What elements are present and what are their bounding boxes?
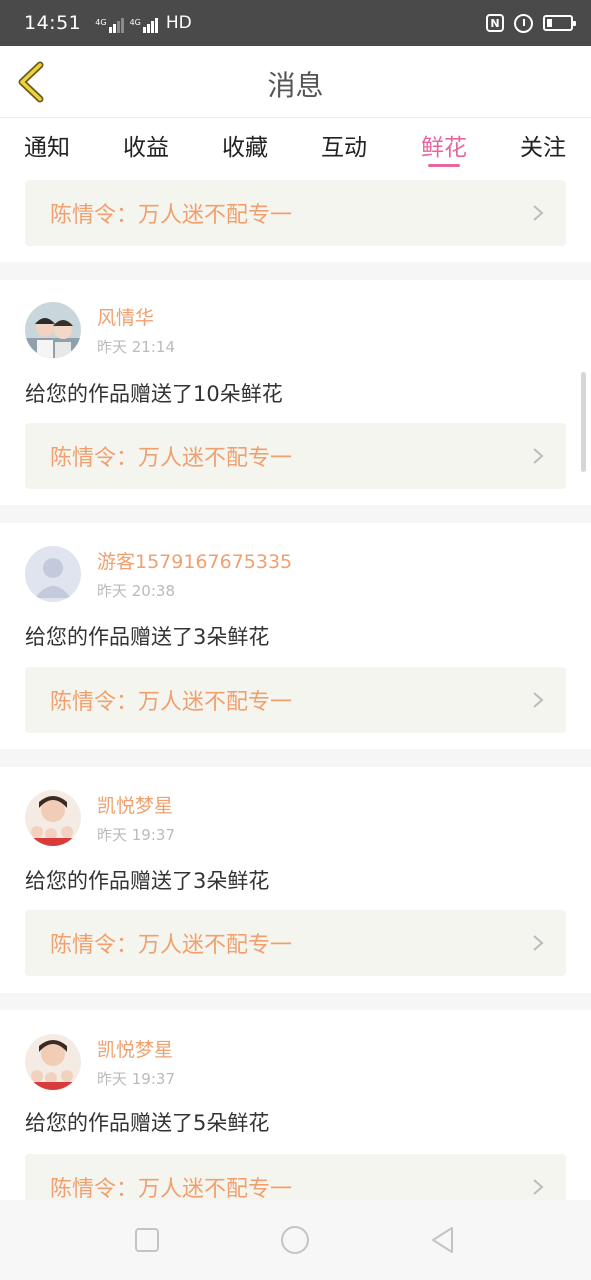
- message-text: 给您的作品赠送了3朵鲜花: [25, 869, 270, 893]
- chevron-right-icon: [533, 935, 544, 951]
- tab-favorites[interactable]: 收藏: [222, 128, 268, 162]
- user-avatar[interactable]: [25, 302, 81, 358]
- signal-1-icon: 4G: [95, 18, 124, 33]
- list-item: 凯悦梦星 昨天 19:37 给您的作品赠送了5朵鲜花 陈情令：万人迷不配专一: [0, 1010, 591, 1200]
- recent-apps-icon[interactable]: [131, 1224, 163, 1256]
- list-item: 风情华 昨天 21:14 给您的作品赠送了10朵鲜花 陈情令：万人迷不配专一: [0, 280, 591, 505]
- timestamp: 昨天 19:37: [97, 826, 175, 844]
- tab-bar: 通知 收益 收藏 互动 鲜花 关注: [0, 118, 591, 170]
- user-row: 游客1579167675335 昨天 20:38: [25, 546, 292, 602]
- active-tab-indicator: [428, 164, 460, 167]
- tab-notify[interactable]: 通知: [24, 128, 70, 162]
- user-row: 风情华 昨天 21:14: [25, 302, 175, 358]
- header: 消息: [0, 46, 591, 118]
- default-avatar-icon[interactable]: [25, 546, 81, 602]
- page-title: 消息: [267, 69, 324, 102]
- work-card[interactable]: 陈情令：万人迷不配专一: [25, 667, 566, 733]
- divider: [0, 262, 591, 280]
- system-nav-bar: [0, 1200, 591, 1280]
- list-item: 凯悦梦星 昨天 19:37 给您的作品赠送了3朵鲜花 陈情令：万人迷不配专一: [0, 767, 591, 993]
- work-card[interactable]: 陈情令：万人迷不配专一: [25, 180, 566, 246]
- divider: [0, 993, 591, 1010]
- network-indicators: 4G 4G HD: [95, 13, 192, 33]
- status-bar: 14:51 4G 4G HD N: [0, 0, 591, 46]
- list-item: 游客1579167675335 昨天 20:38 给您的作品赠送了3朵鲜花 陈情…: [0, 523, 591, 749]
- username[interactable]: 游客1579167675335: [97, 547, 292, 574]
- message-list: 陈情令：万人迷不配专一 风情华 昨天 21:14 给您的作品赠送了10朵鲜花 陈…: [0, 170, 591, 1200]
- divider: [0, 505, 591, 523]
- username[interactable]: 凯悦梦星: [97, 791, 175, 818]
- scrollbar[interactable]: [581, 372, 586, 472]
- chevron-right-icon: [533, 205, 544, 221]
- nfc-icon: N: [486, 14, 504, 32]
- user-avatar[interactable]: [25, 1034, 81, 1090]
- battery-icon: [543, 15, 576, 31]
- work-card[interactable]: 陈情令：万人迷不配专一: [25, 1154, 566, 1200]
- back-icon[interactable]: [427, 1224, 459, 1256]
- username[interactable]: 风情华: [97, 303, 175, 330]
- message-text: 给您的作品赠送了3朵鲜花: [25, 625, 270, 649]
- timestamp: 昨天 20:38: [97, 582, 175, 600]
- tab-interaction[interactable]: 互动: [321, 128, 367, 162]
- user-row: 凯悦梦星 昨天 19:37: [25, 790, 175, 846]
- signal-2-icon: 4G: [130, 18, 158, 33]
- username[interactable]: 凯悦梦星: [97, 1035, 175, 1062]
- timestamp: 昨天 19:37: [97, 1070, 175, 1088]
- hd-indicator: HD: [165, 13, 192, 33]
- home-icon[interactable]: [279, 1224, 311, 1256]
- work-card[interactable]: 陈情令：万人迷不配专一: [25, 910, 566, 976]
- alarm-icon: [514, 13, 533, 33]
- user-avatar[interactable]: [25, 790, 81, 846]
- tab-follow[interactable]: 关注: [520, 128, 566, 162]
- timestamp: 昨天 21:14: [97, 338, 175, 356]
- chevron-right-icon: [533, 692, 544, 708]
- user-row: 凯悦梦星 昨天 19:37: [25, 1034, 175, 1090]
- tab-flowers[interactable]: 鲜花: [421, 128, 467, 162]
- divider: [0, 749, 591, 767]
- status-time: 14:51: [24, 12, 82, 34]
- message-text: 给您的作品赠送了5朵鲜花: [25, 1111, 270, 1135]
- chevron-right-icon: [533, 1179, 544, 1195]
- chevron-right-icon: [533, 448, 544, 464]
- work-card[interactable]: 陈情令：万人迷不配专一: [25, 423, 566, 489]
- tab-earnings[interactable]: 收益: [123, 128, 169, 162]
- list-item: 陈情令：万人迷不配专一: [0, 170, 591, 262]
- message-text: 给您的作品赠送了10朵鲜花: [25, 382, 283, 406]
